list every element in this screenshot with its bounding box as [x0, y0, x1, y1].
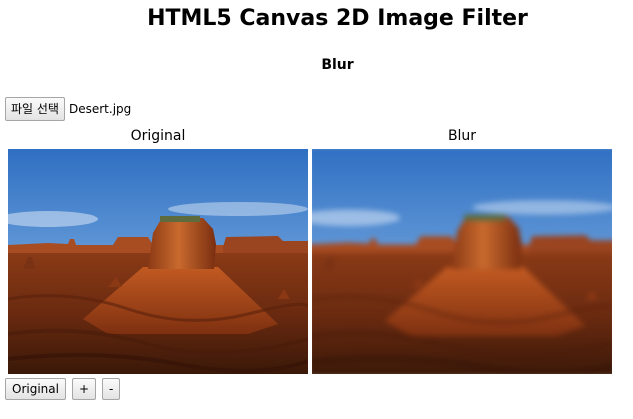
page: HTML5 Canvas 2D Image Filter Blur 파일 선택 … [0, 0, 633, 419]
file-picker: 파일 선택 Desert.jpg [5, 97, 131, 121]
filtered-caption: Blur [447, 128, 477, 144]
increase-blur-button[interactable]: + [71, 378, 97, 400]
page-subtitle: Blur [321, 57, 354, 73]
original-button[interactable]: Original [5, 378, 66, 400]
blurred-image [312, 149, 612, 374]
choose-file-button[interactable]: 파일 선택 [5, 97, 65, 121]
decrease-blur-button[interactable]: - [102, 378, 121, 400]
selected-file-name: Desert.jpg [68, 102, 132, 116]
page-title: HTML5 Canvas 2D Image Filter [147, 6, 528, 31]
filter-controls: Original + - [5, 378, 121, 400]
original-image [8, 149, 308, 374]
original-caption: Original [130, 128, 186, 144]
